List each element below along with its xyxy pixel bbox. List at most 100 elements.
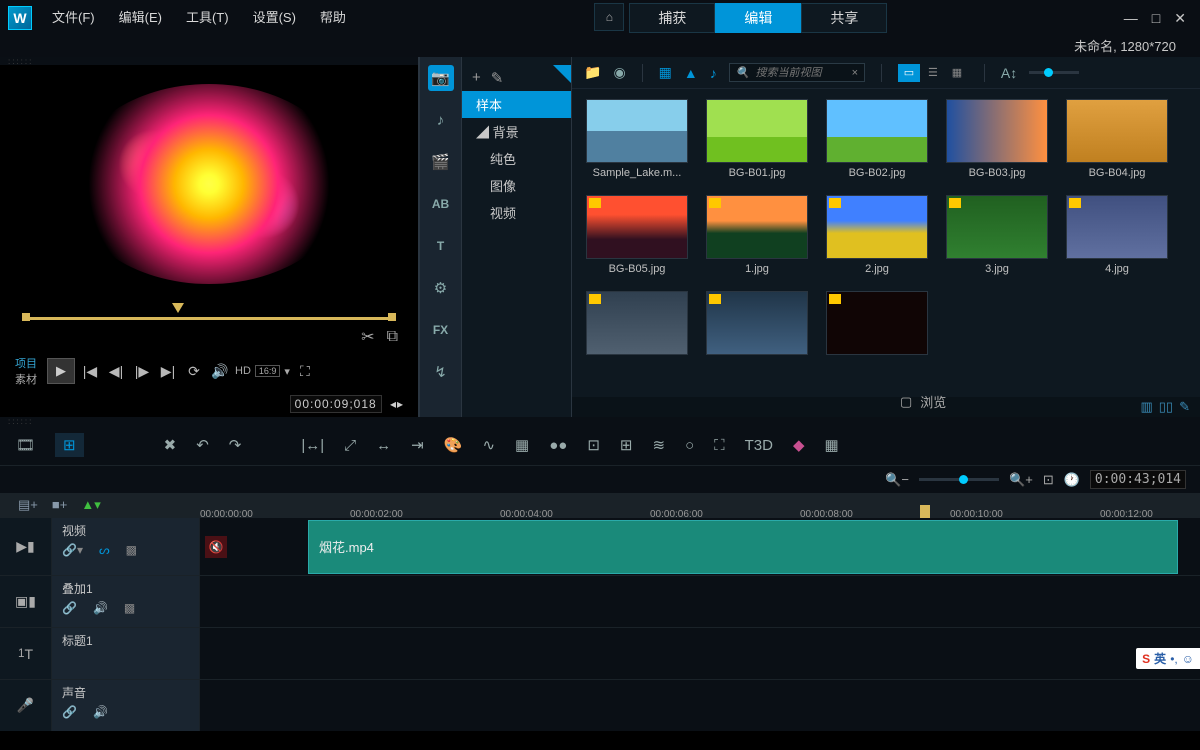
next-frame-icon[interactable]: |▶: [131, 363, 153, 380]
preview-video[interactable]: [0, 65, 418, 303]
tl-chapter-icon[interactable]: ◆: [793, 436, 805, 454]
view-grid-icon[interactable]: ▦: [946, 64, 968, 82]
disable-track-icon[interactable]: ▩: [124, 601, 135, 615]
link-icon[interactable]: 🔗: [62, 705, 77, 719]
tl-3d-title-icon[interactable]: T3D: [745, 437, 773, 454]
tl-normalize-icon[interactable]: |↔|: [301, 437, 324, 454]
ime-indicator[interactable]: S 英 •, ☺: [1136, 648, 1200, 669]
tl-storyboard-icon[interactable]: 🎞: [16, 436, 35, 454]
tree-samples[interactable]: 样本: [462, 91, 571, 118]
split-icon[interactable]: ⧉: [387, 328, 398, 346]
mode-project-label[interactable]: 项目: [15, 355, 37, 371]
aspect-chevron-down-icon[interactable]: ▾: [284, 365, 290, 378]
thumbnail-item[interactable]: [826, 291, 928, 359]
panel-layout-1-icon[interactable]: ▥: [1140, 399, 1152, 415]
thumb-size-slider[interactable]: [1029, 71, 1079, 74]
mute-icon[interactable]: 🔊: [93, 601, 108, 615]
scrub-marker-icon[interactable]: [172, 303, 184, 313]
track-video-body[interactable]: 🔇 烟花.mp4: [200, 518, 1200, 575]
thumbnail-item[interactable]: [586, 291, 688, 359]
mode-clip-label[interactable]: 素材: [15, 371, 37, 387]
hd-label[interactable]: HD: [235, 365, 251, 377]
track-voice-body[interactable]: [200, 680, 1200, 731]
go-start-icon[interactable]: |◀: [79, 363, 101, 380]
tl-undo-icon[interactable]: ↶: [196, 436, 209, 454]
pin-icon[interactable]: [553, 65, 571, 83]
menu-file[interactable]: 文件(F): [40, 0, 107, 36]
tab-share[interactable]: 共享: [801, 3, 887, 33]
maximize-button[interactable]: □: [1152, 10, 1160, 27]
cat-media-icon[interactable]: 📷: [428, 65, 454, 91]
track-voice-icon[interactable]: 🎤: [0, 680, 52, 731]
view-thumb-icon[interactable]: ▭: [898, 64, 920, 82]
volume-icon[interactable]: 🔊: [209, 363, 231, 380]
thumbnail-item[interactable]: Sample_Lake.m...: [586, 99, 688, 179]
capture-icon[interactable]: ◉: [613, 64, 625, 81]
tl-grid-icon[interactable]: ▦: [825, 436, 839, 454]
track-overlay-icon[interactable]: ▣▮: [0, 576, 52, 627]
tl-crop-icon[interactable]: ⛶: [714, 437, 725, 454]
go-end-icon[interactable]: ▶|: [157, 363, 179, 380]
tl-mosaic-icon[interactable]: ▦: [515, 436, 529, 454]
sort-icon[interactable]: A↕: [1001, 65, 1017, 81]
tab-edit[interactable]: 编辑: [715, 3, 801, 33]
cat-paths-icon[interactable]: ↯: [428, 359, 454, 385]
thumbnail-item[interactable]: [706, 291, 808, 359]
track-title-icon[interactable]: 1T: [0, 628, 52, 679]
thumbnail-item[interactable]: BG-B05.jpg: [586, 195, 688, 275]
tl-subtitle-icon[interactable]: ⊡: [587, 436, 600, 454]
tl-record-icon[interactable]: 🎨: [444, 436, 463, 454]
thumbnail-item[interactable]: 4.jpg: [1066, 195, 1168, 275]
tree-images[interactable]: 图像: [462, 172, 571, 199]
filter-photo-icon[interactable]: ▲: [684, 65, 698, 81]
trim-out-handle[interactable]: [388, 313, 396, 321]
video-clip[interactable]: 烟花.mp4: [308, 520, 1178, 574]
preview-timecode[interactable]: 00:00:09;018: [290, 395, 382, 413]
search-box[interactable]: 🔍 ×: [729, 63, 865, 82]
cat-transition-icon[interactable]: 🎬: [428, 149, 454, 175]
menu-edit[interactable]: 编辑(E): [107, 0, 174, 36]
browse-button[interactable]: ▢ 浏览: [900, 392, 946, 411]
zoom-in-icon[interactable]: 🔍+: [1009, 472, 1033, 488]
search-input[interactable]: [755, 67, 845, 79]
cat-audio-icon[interactable]: ♪: [428, 107, 454, 133]
zoom-slider[interactable]: [919, 478, 999, 481]
mute-icon[interactable]: 🔊: [93, 705, 108, 719]
filter-audio-icon[interactable]: ♪: [710, 65, 717, 81]
tl-stretch-icon[interactable]: ↔: [376, 437, 391, 454]
trim-in-handle[interactable]: [22, 313, 30, 321]
track-video-header[interactable]: 视频 🔗▾ ᔕ ▩: [52, 518, 200, 575]
track-title-body[interactable]: [200, 628, 1200, 679]
effects-icon[interactable]: ᔕ: [99, 543, 110, 557]
link-icon[interactable]: 🔗: [62, 601, 77, 615]
clip-mute-icon[interactable]: 🔇: [205, 536, 227, 558]
preview-scrub-bar[interactable]: [22, 303, 396, 323]
edit-tree-icon[interactable]: ✎: [491, 69, 504, 87]
cat-text-icon[interactable]: T: [428, 233, 454, 259]
filter-video-icon[interactable]: ▦: [659, 64, 672, 81]
clear-search-icon[interactable]: ×: [851, 67, 857, 79]
track-voice-header[interactable]: 声音 🔗🔊: [52, 680, 200, 731]
timeline-grip[interactable]: ::::::: [0, 417, 1200, 425]
track-overlay-header[interactable]: 叠加1 🔗🔊▩: [52, 576, 200, 627]
thumbnail-item[interactable]: 3.jpg: [946, 195, 1048, 275]
loop-icon[interactable]: ⟳: [183, 363, 205, 380]
track-video-icon[interactable]: ▶▮: [0, 518, 52, 575]
tree-solid-color[interactable]: 纯色: [462, 145, 571, 172]
tl-motion-icon[interactable]: ≋: [652, 436, 665, 454]
thumbnail-item[interactable]: BG-B01.jpg: [706, 99, 808, 179]
track-add-icon[interactable]: ▤+: [18, 497, 38, 513]
track-overlay-body[interactable]: [200, 576, 1200, 627]
tl-redo-icon[interactable]: ↷: [229, 436, 242, 454]
thumbnail-item[interactable]: 1.jpg: [706, 195, 808, 275]
timecode-stepper-icon[interactable]: ◂▸: [390, 397, 404, 411]
panel-layout-2-icon[interactable]: ▯▯: [1159, 399, 1173, 415]
link-icon[interactable]: 🔗▾: [62, 543, 83, 557]
tree-videos[interactable]: 视频: [462, 199, 571, 226]
tab-capture[interactable]: 捕获: [629, 3, 715, 33]
track-opts-icon[interactable]: ■+: [52, 497, 67, 513]
import-folder-icon[interactable]: 📁: [584, 64, 601, 81]
thumbnail-item[interactable]: 2.jpg: [826, 195, 928, 275]
aspect-ratio-selector[interactable]: 16:9: [255, 365, 281, 377]
home-tab[interactable]: ⌂: [594, 3, 624, 31]
